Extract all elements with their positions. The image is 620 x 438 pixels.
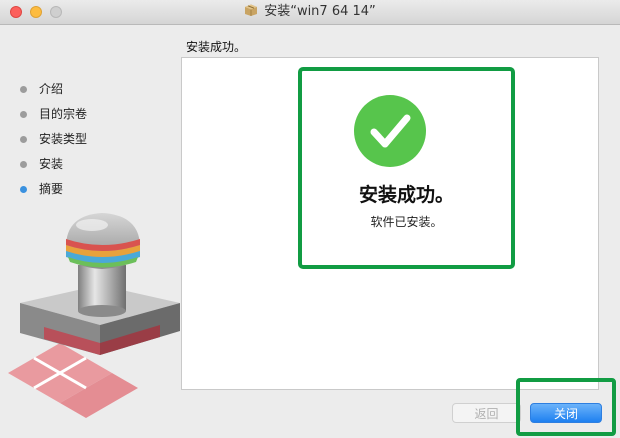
- installer-stamp-icon: [8, 213, 180, 418]
- page-heading: 安装成功。: [186, 40, 247, 54]
- step-intro: 介绍: [18, 82, 87, 107]
- step-label: 摘要: [39, 182, 64, 196]
- step-destination: 目的宗卷: [18, 107, 87, 132]
- step-bullet-current: [20, 186, 27, 193]
- step-bullet: [20, 111, 27, 118]
- step-label: 目的宗卷: [39, 107, 88, 121]
- step-bullet: [20, 136, 27, 143]
- title-bar[interactable]: 安装“win7 64 14”: [0, 0, 620, 25]
- back-button[interactable]: 返回: [452, 403, 521, 423]
- step-bullet: [20, 161, 27, 168]
- package-icon: [245, 4, 258, 16]
- annotation-highlight-close-button: [516, 378, 616, 436]
- installer-steps: 介绍 目的宗卷 安装类型 安装 摘要: [18, 82, 87, 207]
- annotation-highlight-result: [298, 67, 515, 269]
- step-label: 介绍: [39, 82, 64, 96]
- step-bullet: [20, 86, 27, 93]
- step-summary: 摘要: [18, 182, 87, 207]
- window-title: 安装“win7 64 14”: [264, 4, 376, 19]
- window-title-area: 安装“win7 64 14”: [0, 4, 620, 20]
- step-install-type: 安装类型: [18, 132, 87, 157]
- step-install: 安装: [18, 157, 87, 182]
- step-label: 安装: [39, 157, 64, 171]
- step-label: 安装类型: [39, 132, 88, 146]
